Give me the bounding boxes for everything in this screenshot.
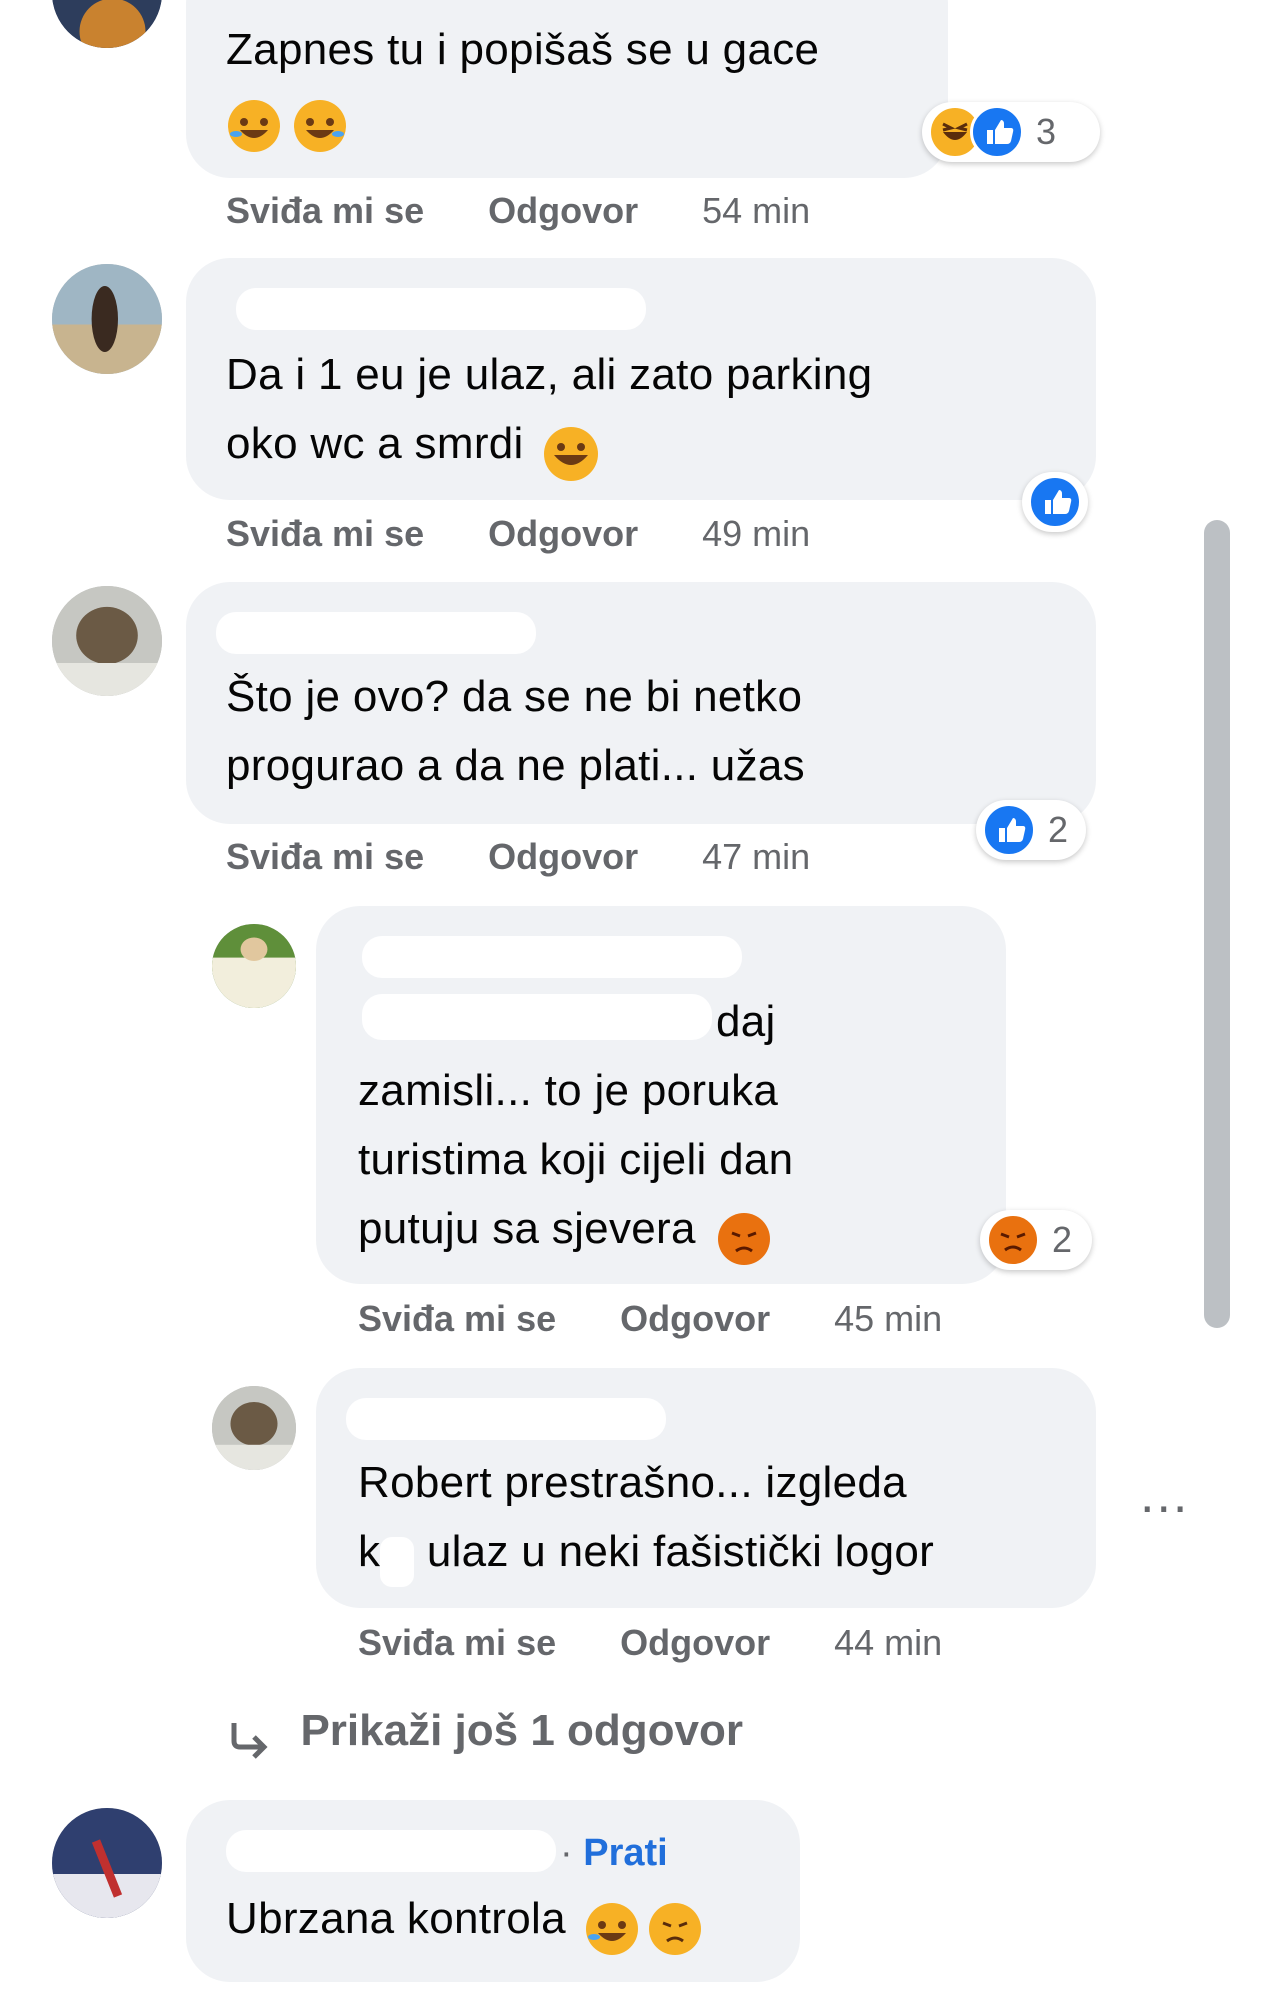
comment-actions: Sviđa mi se Odgovor 54 min xyxy=(226,190,810,232)
comment-timestamp[interactable]: 49 min xyxy=(702,513,810,555)
comment-actions: Sviđa mi se Odgovor 49 min xyxy=(226,513,810,555)
comment-timestamp[interactable]: 44 min xyxy=(834,1622,942,1664)
comment-text-line: Da i 1 eu je ulaz, ali zato parking xyxy=(226,350,873,399)
like-button[interactable]: Sviđa mi se xyxy=(358,1298,556,1340)
comment-timestamp[interactable]: 45 min xyxy=(834,1298,942,1340)
comment-timestamp[interactable]: 47 min xyxy=(702,836,810,878)
comment-text-line-with-emoji: Ubrzana kontrola xyxy=(226,1884,701,1955)
angry-reaction-icon xyxy=(986,1213,1040,1267)
commenter-avatar[interactable] xyxy=(212,1386,296,1470)
commenter-avatar[interactable] xyxy=(52,264,162,374)
comment-text-line: putuju sa sjevera xyxy=(358,1204,696,1253)
reply-actions: Sviđa mi se Odgovor 45 min xyxy=(358,1298,942,1340)
redacted-author-name xyxy=(362,936,742,978)
like-button[interactable]: Sviđa mi se xyxy=(226,513,424,555)
comment-text-line-with-emoji: oko wc a smrdi xyxy=(226,409,599,481)
comment-text-line: Što je ovo? da se ne bi netko xyxy=(226,672,803,721)
reaction-count: 2 xyxy=(1048,809,1069,850)
rolling-laughing-emoji-icon xyxy=(294,100,347,152)
redacted-mention xyxy=(362,994,712,1040)
like-reaction-icon xyxy=(1028,475,1082,529)
view-more-replies-link[interactable]: Prikaži još 1 odgovor xyxy=(226,1706,743,1762)
comment-actions: Sviđa mi se Odgovor 47 min xyxy=(226,836,810,878)
commenter-avatar[interactable] xyxy=(52,0,162,48)
view-more-replies-label[interactable]: Prikaži još 1 odgovor xyxy=(300,1706,743,1755)
redacted-author-name xyxy=(346,1398,666,1440)
scrollbar-thumb[interactable] xyxy=(1204,520,1230,1328)
comment-text-fragment: k xyxy=(358,1527,381,1576)
reaction-summary[interactable]: 3 xyxy=(922,102,1100,162)
comment-text-line: oko wc a smrdi xyxy=(226,419,524,468)
rolling-laughing-emoji-icon xyxy=(228,100,280,152)
follow-button[interactable]: Prati xyxy=(583,1832,667,1874)
angry-emoji-icon xyxy=(718,1212,771,1265)
comment-emojis xyxy=(228,100,347,156)
like-button[interactable]: Sviđa mi se xyxy=(358,1622,556,1664)
more-options-button[interactable]: ... xyxy=(1140,1469,1189,1521)
reaction-summary[interactable]: 2 xyxy=(976,800,1086,860)
follow-link[interactable]: · Prati xyxy=(560,1832,668,1875)
reply-actions: Sviđa mi se Odgovor 44 min xyxy=(358,1622,942,1664)
rolling-laughing-emoji-icon xyxy=(586,1902,639,1955)
redacted-author-name xyxy=(216,612,536,654)
comment-text-line: Ubrzana kontrola xyxy=(226,1894,566,1943)
reaction-count: 2 xyxy=(1052,1219,1073,1260)
like-reaction-icon xyxy=(970,105,1024,159)
comment-text-line: daj xyxy=(716,997,776,1046)
comment-text-line: Robert prestrašno... izgleda xyxy=(358,1458,907,1507)
reply-button[interactable]: Odgovor xyxy=(488,513,638,555)
redacted-word xyxy=(380,1536,415,1587)
comment-timestamp[interactable]: 54 min xyxy=(702,190,810,232)
reaction-count: 3 xyxy=(1036,111,1057,152)
reply-button[interactable]: Odgovor xyxy=(620,1298,770,1340)
commenter-avatar[interactable] xyxy=(212,924,296,1008)
redacted-author-name xyxy=(236,288,646,330)
comment-text-line-with-emoji: putuju sa sjevera xyxy=(358,1194,771,1265)
comment-text-fragment: ulaz u neki fašistički logor xyxy=(414,1527,935,1576)
reply-arrow-icon xyxy=(226,1717,274,1765)
angry-emoji-icon xyxy=(648,1902,701,1955)
like-button[interactable]: Sviđa mi se xyxy=(226,836,424,878)
like-button[interactable]: Sviđa mi se xyxy=(226,190,424,232)
comment-text-line: progurao a da ne plati... užas xyxy=(226,741,805,790)
laughing-emoji-icon xyxy=(544,426,599,481)
like-reaction-icon xyxy=(982,803,1036,857)
comment-text-line: zamisli... to je poruka xyxy=(358,1066,779,1115)
reaction-summary[interactable] xyxy=(1022,472,1088,532)
reply-button[interactable]: Odgovor xyxy=(488,190,638,232)
comment-text-line: k ulaz u neki fašistički logor xyxy=(358,1517,935,1587)
reaction-summary[interactable]: 2 xyxy=(980,1210,1092,1270)
reply-button[interactable]: Odgovor xyxy=(488,836,638,878)
comment-text-line: turistima koji cijeli dan xyxy=(358,1135,794,1184)
commenter-avatar[interactable] xyxy=(52,586,162,696)
commenter-avatar[interactable] xyxy=(52,1808,162,1918)
reply-button[interactable]: Odgovor xyxy=(620,1622,770,1664)
separator-dot: · xyxy=(560,1832,584,1874)
comment-text: Zapnes tu i popišaš se u gace xyxy=(226,25,820,74)
redacted-author-name xyxy=(226,1830,556,1872)
